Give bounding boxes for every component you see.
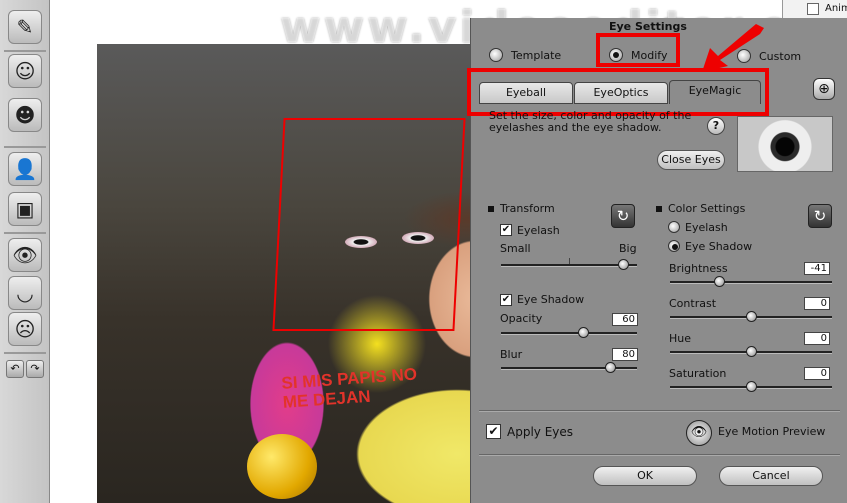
color-eyeshadow-radio[interactable] [668,240,680,252]
ball [247,434,317,499]
redo-button[interactable]: ↷ [26,360,44,378]
eyeshadow-checkbox[interactable]: ✔ [500,294,512,306]
eye-motion-icon[interactable]: 👁 [686,420,712,446]
contrast-slider[interactable] [670,311,832,322]
color-settings-heading: Color Settings [656,202,745,215]
hue-label: Hue [669,332,692,345]
eye-icon[interactable]: 👁 [8,238,42,272]
eye-settings-panel: Eye Settings Template Modify Custom Eyeb… [467,18,847,503]
help-icon[interactable]: ? [707,117,725,135]
template-radio[interactable] [489,48,503,62]
opacity-value[interactable]: 60 [612,313,638,326]
apply-eyes-label: Apply Eyes [507,425,574,439]
template-label: Template [511,49,562,62]
color-eyelash-label: Eyelash [685,221,728,234]
blur-value[interactable]: 80 [612,348,638,361]
eye-motion-preview-label[interactable]: Eye Motion Preview [718,425,825,438]
eye-preview-image [737,116,833,172]
divider [4,50,46,52]
animation-label: Anim [825,3,847,14]
tool-sidebar: ✎ ☺ ☻ 👤 ▣ 👁 ◡ ☹ ↶ ↷ [0,0,50,503]
big-label: Big [619,242,637,255]
saturation-slider[interactable] [670,381,832,392]
blur-label: Blur [500,348,523,361]
opacity-slider[interactable] [501,327,637,338]
size-slider[interactable] [501,258,637,270]
brightness-label: Brightness [669,262,728,275]
undo-button[interactable]: ↶ [6,360,24,378]
blur-slider[interactable] [501,362,637,373]
face-detection-box[interactable] [272,118,466,331]
divider [479,410,840,412]
contrast-value[interactable]: 0 [804,297,830,310]
apply-eyes-checkbox[interactable]: ✔ [486,424,501,439]
animation-toggle[interactable]: Anim [782,0,847,20]
description-text: Set the size, color and opacity of the e… [489,109,692,134]
reset-color-icon[interactable]: ↻ [808,204,832,228]
brightness-value[interactable]: -41 [804,262,830,275]
small-label: Small [500,242,531,255]
brightness-slider[interactable] [670,276,832,287]
blur-thumb[interactable] [604,362,616,373]
panel-title: Eye Settings [609,20,687,33]
divider [4,146,46,148]
hue-thumb[interactable] [746,346,757,357]
divider [4,232,46,234]
face-select-icon[interactable]: ☺ [8,54,42,88]
portrait-edit-icon[interactable]: 👤 [8,152,42,186]
size-thumb[interactable] [618,259,630,270]
paint-brush-icon[interactable]: ✎ [8,10,42,44]
opacity-thumb[interactable] [577,327,589,338]
add-icon[interactable]: ⊕ [813,78,835,100]
face-adjust-icon[interactable]: ☻ [8,98,42,132]
color-eyeshadow-label: Eye Shadow [685,240,753,253]
contrast-label: Contrast [669,297,717,310]
slider-tick [569,258,570,264]
mouth-icon[interactable]: ◡ [8,276,42,310]
brightness-thumb[interactable] [713,276,725,287]
color-eyelash-radio[interactable] [668,221,680,233]
red-arrow-icon [702,24,764,72]
saturation-label: Saturation [669,367,727,380]
eyelash-label: Eyelash [517,224,560,237]
cancel-button[interactable]: Cancel [719,466,823,486]
saturation-value[interactable]: 0 [804,367,830,380]
opacity-label: Opacity [500,312,543,325]
close-eyes-button[interactable]: Close Eyes [657,150,725,170]
contrast-thumb[interactable] [746,311,757,322]
shirt-text: SI MIS PAPIS NO ME DEJAN [280,364,418,412]
eyeshadow-label: Eye Shadow [517,293,585,306]
ok-button[interactable]: OK [593,466,697,486]
checkbox[interactable] [807,3,819,15]
modify-highlight [596,33,680,67]
divider [4,352,46,354]
undo-redo-group: ↶ ↷ [6,360,44,378]
portrait-icon[interactable]: ▣ [8,192,42,226]
saturation-thumb[interactable] [746,381,757,392]
transform-heading: Transform [488,202,555,215]
divider [479,454,840,456]
eyelash-checkbox[interactable]: ✔ [500,224,512,236]
hue-slider[interactable] [670,346,832,357]
head-icon[interactable]: ☹ [8,312,42,346]
reset-transform-icon[interactable]: ↻ [611,204,635,228]
hue-value[interactable]: 0 [804,332,830,345]
